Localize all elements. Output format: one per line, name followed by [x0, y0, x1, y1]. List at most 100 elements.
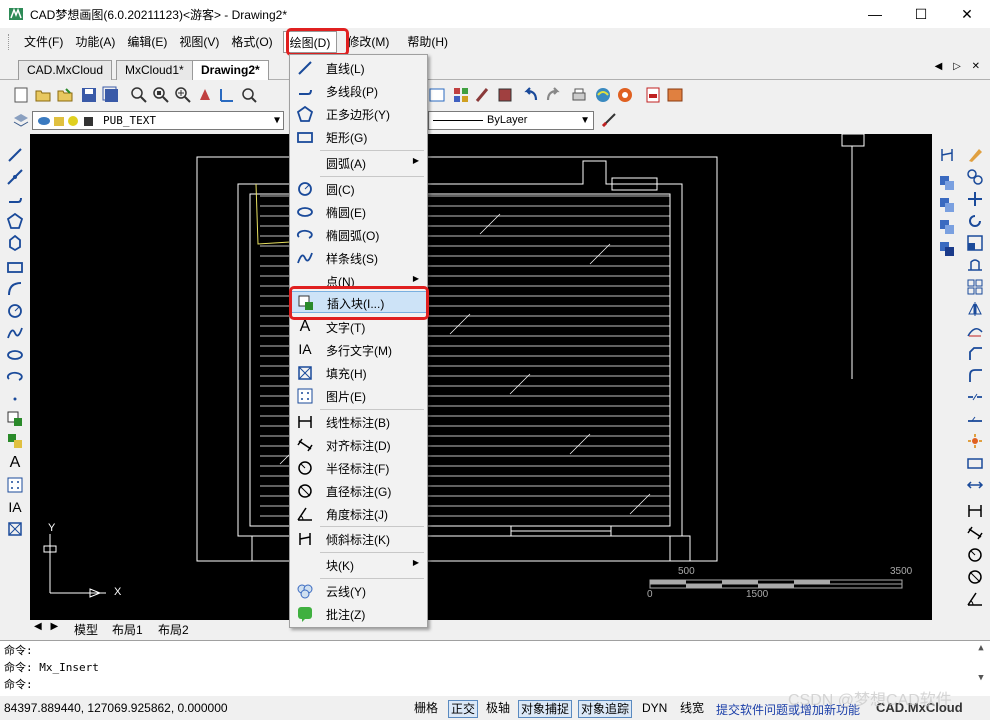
menu-item-revcloud[interactable]: 云线(Y): [290, 580, 427, 602]
lengthen-icon[interactable]: [966, 476, 984, 494]
otrack-toggle[interactable]: 对象追踪: [578, 700, 633, 718]
angle-dim-icon[interactable]: [966, 590, 984, 608]
chevron-down-icon[interactable]: ▼: [580, 112, 590, 129]
command-prompt[interactable]: 命令:: [4, 677, 33, 693]
layer-manager-icon[interactable]: [12, 111, 30, 129]
polar-toggle[interactable]: 极轴: [484, 700, 512, 718]
print-icon[interactable]: [570, 86, 588, 104]
rotate-icon[interactable]: [966, 212, 984, 230]
chevron-down-icon[interactable]: ▼: [274, 112, 280, 129]
menu-function[interactable]: 功能(A): [69, 31, 121, 53]
extend-icon[interactable]: [966, 322, 984, 340]
line-icon[interactable]: [6, 146, 24, 164]
join-icon[interactable]: [966, 410, 984, 428]
cloud-icon[interactable]: [616, 86, 634, 104]
menu-item-radius-dim[interactable]: 半径标注(F): [290, 457, 427, 479]
circle-icon[interactable]: [6, 302, 24, 320]
explode-icon[interactable]: [966, 432, 984, 450]
menu-item-aligned-dim[interactable]: 对齐标注(D): [290, 434, 427, 456]
menu-format[interactable]: 格式(O): [225, 31, 278, 53]
copy-object-icon[interactable]: [966, 168, 984, 186]
maximize-button[interactable]: ☐: [898, 0, 944, 28]
zoom-window-icon[interactable]: [130, 86, 148, 104]
make-block-icon[interactable]: [6, 432, 24, 450]
menu-item-hatch[interactable]: 填充(H): [290, 362, 427, 384]
export-icon[interactable]: [428, 86, 446, 104]
tab-mxcloud1[interactable]: MxCloud1*: [116, 60, 193, 80]
spline-icon[interactable]: [6, 324, 24, 342]
mirror-icon[interactable]: [938, 196, 956, 214]
save-all-icon[interactable]: [102, 86, 120, 104]
new-file-icon[interactable]: [12, 86, 30, 104]
ellipse-icon[interactable]: [6, 346, 24, 364]
menu-item-mtext[interactable]: IA 多行文字(M): [290, 339, 427, 361]
text-icon[interactable]: A: [6, 454, 24, 472]
open-recent-icon[interactable]: [56, 86, 74, 104]
feedback-link[interactable]: 提交软件问题或增加新功能: [716, 701, 860, 718]
erase-icon[interactable]: [966, 146, 984, 164]
menu-item-ellipse-arc[interactable]: 椭圆弧(O): [290, 224, 427, 246]
zoom-extents-icon[interactable]: [152, 86, 170, 104]
menu-view[interactable]: 视图(V): [173, 31, 225, 53]
aligned-dim-icon[interactable]: [966, 524, 984, 542]
menu-grip[interactable]: [8, 34, 12, 50]
mtext-icon[interactable]: IA: [6, 498, 24, 516]
oblique-dim-icon[interactable]: [938, 146, 956, 164]
tab-layout1[interactable]: 布局1: [112, 621, 143, 638]
rectangle-icon[interactable]: [6, 258, 24, 276]
menu-item-arc[interactable]: 圆弧(A) ▶: [290, 152, 427, 174]
hatch-icon[interactable]: [6, 476, 24, 494]
chamfer-icon[interactable]: [966, 344, 984, 362]
layer-select[interactable]: PUB_TEXT ▼: [32, 111, 284, 130]
zoom-in-icon[interactable]: [174, 86, 192, 104]
tab-scroll-arrows[interactable]: ◀ ▷ ✕: [935, 61, 984, 72]
copy-icon[interactable]: [938, 174, 956, 192]
menu-item-image[interactable]: 图片(E): [290, 385, 427, 407]
undo-icon[interactable]: [522, 86, 540, 104]
menu-item-oblique-dim[interactable]: 倾斜标注(K): [290, 528, 427, 550]
render-icon[interactable]: [594, 86, 612, 104]
menu-item-angle-dim[interactable]: 角度标注(J): [290, 503, 427, 525]
polygon-icon[interactable]: [6, 212, 24, 230]
find-icon[interactable]: [240, 86, 258, 104]
construction-line-icon[interactable]: [6, 168, 24, 186]
command-scrollbar[interactable]: ▲ ▼: [974, 643, 988, 693]
move-icon[interactable]: [966, 190, 984, 208]
stretch-icon[interactable]: [966, 256, 984, 274]
polyline-icon[interactable]: [6, 190, 24, 208]
mirror-line-icon[interactable]: [966, 300, 984, 318]
ucs-icon[interactable]: [218, 86, 236, 104]
insert-block-icon[interactable]: [6, 410, 24, 428]
open-folder-icon[interactable]: [34, 86, 52, 104]
osnap-toggle[interactable]: 对象捕捉: [518, 700, 573, 718]
line-weight-icon[interactable]: [600, 111, 618, 129]
image-export-icon[interactable]: [666, 86, 684, 104]
menu-item-ellipse[interactable]: 椭圆(E): [290, 201, 427, 223]
linetype-select[interactable]: ByLayer ▼: [428, 111, 594, 130]
menu-item-polygon[interactable]: 正多边形(Y): [290, 103, 427, 125]
ortho-toggle[interactable]: 正交: [448, 700, 479, 718]
block-editor-icon[interactable]: [496, 86, 514, 104]
properties-icon[interactable]: [452, 86, 470, 104]
layout-scroll-arrows[interactable]: ◀ ▶: [34, 621, 61, 632]
tab-layout2[interactable]: 布局2: [158, 621, 189, 638]
menu-modify[interactable]: 修改(M): [341, 31, 395, 53]
grid-toggle[interactable]: 栅格: [412, 700, 440, 718]
menu-item-rectangle[interactable]: 矩形(G): [290, 126, 427, 148]
menu-item-polyline[interactable]: 多线段(P): [290, 80, 427, 102]
fillet-icon[interactable]: [966, 366, 984, 384]
tab-model[interactable]: 模型: [74, 621, 98, 638]
pdf-icon[interactable]: [644, 86, 662, 104]
ellipse-arc-icon[interactable]: [6, 368, 24, 386]
star-polygon-icon[interactable]: [6, 234, 24, 252]
menu-item-annotation[interactable]: 批注(Z): [290, 603, 427, 625]
diameter-dim-icon[interactable]: [966, 568, 984, 586]
menu-item-line[interactable]: 直线(L): [290, 57, 427, 79]
offset-icon[interactable]: [938, 218, 956, 236]
region-icon[interactable]: [6, 520, 24, 538]
pan-icon[interactable]: [196, 86, 214, 104]
point-icon[interactable]: [6, 390, 24, 408]
scale-icon[interactable]: [966, 234, 984, 252]
edit-text-icon[interactable]: [966, 454, 984, 472]
menu-item-spline[interactable]: 样条线(S): [290, 247, 427, 269]
